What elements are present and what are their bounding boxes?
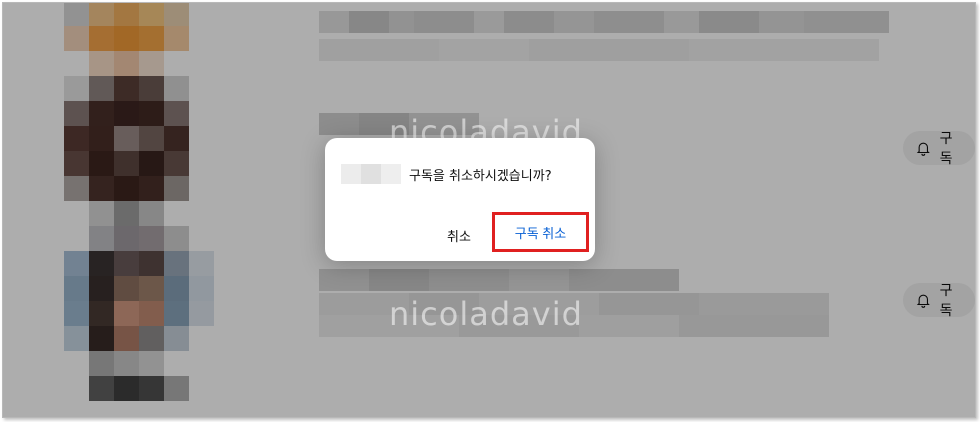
screenshot-frame: 구독 구독 nicoladavid nicoladavid 구독을 취소하시겠습… (2, 2, 976, 418)
cancel-button[interactable]: 취소 (437, 222, 481, 248)
redacted-channel-name (341, 164, 401, 184)
dialog-message: 구독을 취소하시겠습니까? (341, 164, 552, 184)
unsubscribe-dialog: 구독을 취소하시겠습니까? 취소 구독 취소 (325, 138, 595, 261)
dialog-message-text: 구독을 취소하시겠습니까? (409, 168, 552, 184)
confirm-unsubscribe-button[interactable]: 구독 취소 (492, 212, 589, 252)
